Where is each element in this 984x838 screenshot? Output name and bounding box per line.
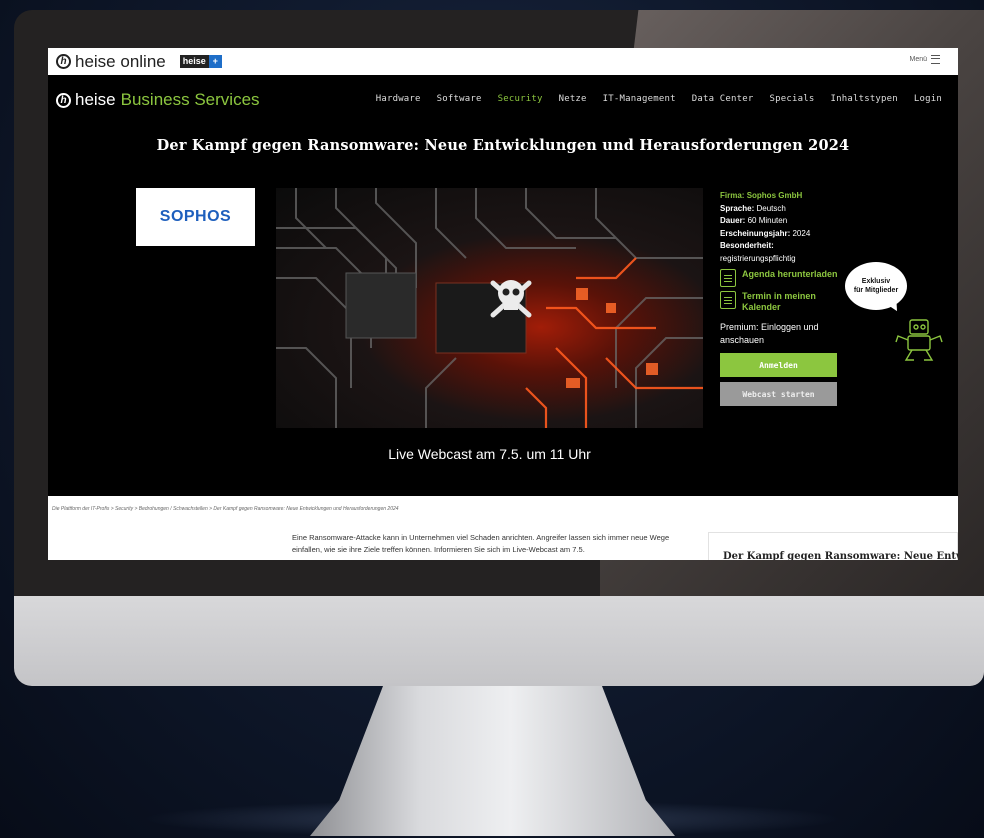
webcast-info-panel: Firma: Sophos GmbH Sprache: Deutsch Daue… (720, 190, 845, 406)
brand-heise[interactable]: heise (75, 90, 116, 110)
jahr-label: Erscheinungsjahr: (720, 228, 791, 238)
agenda-icon (720, 269, 736, 287)
sprache-label: Sprache: (720, 203, 755, 213)
menu-label: Menü (909, 56, 927, 63)
anmelden-button[interactable]: Anmelden (720, 353, 837, 377)
screen: h heise online heise + Menü h heise Busi… (48, 48, 958, 560)
nav-links: Hardware Software Security Netze IT-Mana… (376, 94, 942, 104)
plus-icon: + (208, 55, 222, 68)
webcast-start-button[interactable]: Webcast starten (720, 382, 837, 406)
nav-software[interactable]: Software (437, 94, 482, 104)
termin-label: Termin in meinen Kalender (742, 291, 816, 312)
breadcrumb[interactable]: Die Plattform der IT-Profis > Security >… (52, 506, 399, 512)
side-card[interactable]: Der Kampf gegen Ransomware: Neue Entwi (708, 532, 958, 560)
info-dauer: Dauer: 60 Minuten (720, 215, 845, 228)
menu-button[interactable]: Menü (909, 55, 940, 64)
heise-plus-badge[interactable]: heise + (179, 55, 222, 68)
agenda-download-link[interactable]: Agenda herunterladen (720, 269, 845, 287)
heise-plus-label: heise (179, 55, 209, 68)
nav-it-management[interactable]: IT-Management (603, 94, 676, 104)
nav-login[interactable]: Login (914, 94, 942, 104)
sophos-logo: SOPHOS (159, 208, 232, 225)
heise-online-topbar: h heise online heise + Menü (48, 48, 958, 75)
nav-netze[interactable]: Netze (559, 94, 587, 104)
heise-logo-icon[interactable]: h (56, 92, 71, 108)
bubble-line-1: Exklusiv (861, 278, 891, 285)
calendar-icon (720, 291, 736, 309)
premium-text: Premium: Einloggen und anschauen (720, 322, 819, 345)
chip-left (345, 272, 417, 339)
members-exclusive-bubble: Exklusiv für Mitglieder (845, 262, 907, 310)
besonderheit-label: Besonderheit: (720, 241, 774, 250)
heise-online-brand[interactable]: heise online (75, 52, 166, 72)
besonderheit-value: registrierungspflichtig (720, 253, 796, 263)
brand-business-services[interactable]: Business Services (121, 90, 260, 110)
business-services-navbar: h heise Business Services Hardware Softw… (48, 75, 958, 125)
nav-security[interactable]: Security (498, 94, 543, 104)
nav-hardware[interactable]: Hardware (376, 94, 421, 104)
nav-inhaltstypen[interactable]: Inhaltstypen (830, 94, 897, 104)
info-sprache: Sprache: Deutsch (720, 203, 845, 216)
sponsor-logo-box[interactable]: SOPHOS (136, 188, 255, 246)
menu-icon (931, 55, 940, 64)
nav-data-center[interactable]: Data Center (692, 94, 754, 104)
firma-label: Firma: (720, 191, 745, 200)
calendar-link[interactable]: Termin in meinen Kalender (720, 291, 845, 313)
nav-specials[interactable]: Specials (770, 94, 815, 104)
webcast-date: Live Webcast am 7.5. um 11 Uhr (388, 446, 591, 462)
hero-image (276, 188, 703, 428)
agenda-label: Agenda herunterladen (742, 269, 838, 279)
dauer-label: Dauer: (720, 216, 746, 225)
article-intro: Eine Ransomware-Attacke kann in Unterneh… (292, 533, 670, 554)
article-area: Die Plattform der IT-Profis > Security >… (48, 496, 958, 560)
side-card-title: Der Kampf gegen Ransomware: Neue Entwi (723, 551, 958, 560)
firma-value[interactable]: Sophos GmbH (747, 191, 803, 200)
sprache-value: Deutsch (756, 203, 786, 213)
robot-icon (895, 319, 943, 361)
heise-logo-icon[interactable]: h (56, 54, 71, 69)
circuit-board-illustration (276, 188, 703, 428)
info-jahr: Erscheinungsjahr: 2024 (720, 228, 845, 241)
monitor-stand (310, 686, 675, 836)
dauer-value: 60 Minuten (747, 216, 788, 225)
monitor-chin (14, 596, 984, 686)
jahr-value: 2024 (792, 228, 811, 238)
info-firma: Firma: Sophos GmbH (720, 190, 845, 203)
page-title: Der Kampf gegen Ransomware: Neue Entwick… (156, 137, 850, 154)
bubble-line-2: für Mitglieder (853, 287, 899, 294)
